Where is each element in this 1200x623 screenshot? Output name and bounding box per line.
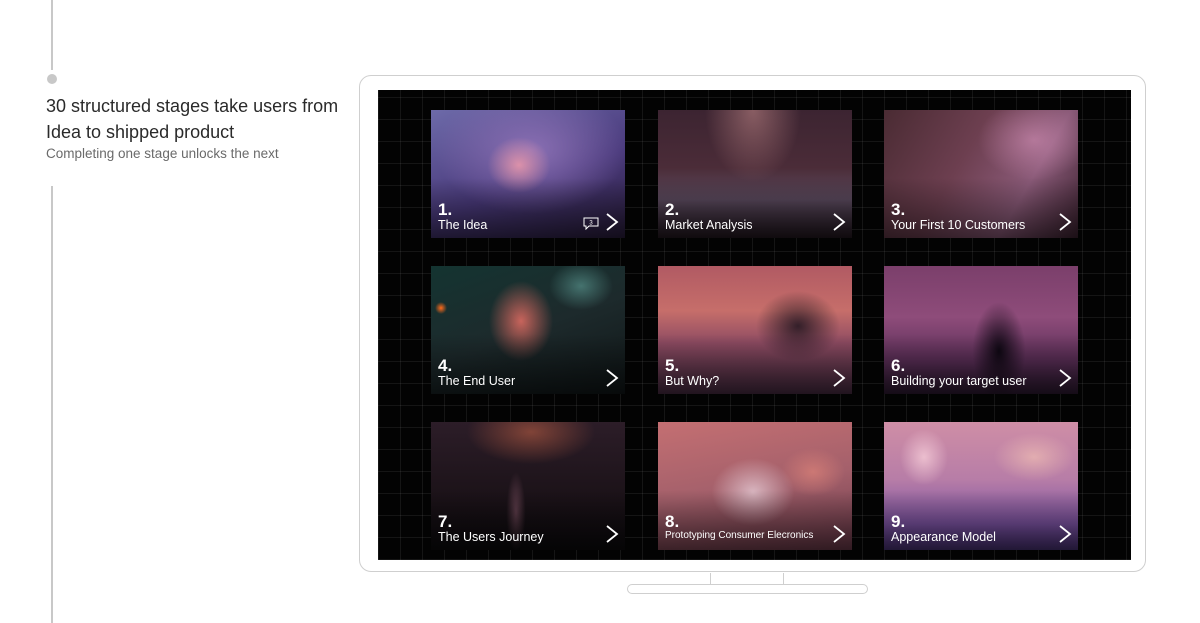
stage-card-9[interactable]: 9. Appearance Model xyxy=(884,422,1078,550)
monitor-stand xyxy=(627,584,868,594)
stage-number: 6. xyxy=(891,356,906,375)
stage-title: The Idea xyxy=(438,218,488,232)
chevron-right-icon[interactable] xyxy=(1058,525,1072,543)
chevron-right-icon[interactable] xyxy=(832,213,846,231)
chevron-right-icon[interactable] xyxy=(1058,213,1072,231)
comment-icon[interactable]: 3 xyxy=(583,217,599,230)
stage-card-7[interactable]: 7. The Users Journey xyxy=(431,422,625,550)
monitor-frame: 1. The Idea 3 2. Market Analysis 3. Your… xyxy=(359,75,1146,572)
timeline-dot xyxy=(47,74,57,84)
chevron-right-icon[interactable] xyxy=(832,369,846,387)
chevron-right-icon[interactable] xyxy=(605,525,619,543)
monitor-screen: 1. The Idea 3 2. Market Analysis 3. Your… xyxy=(378,90,1131,560)
stage-number: 2. xyxy=(665,200,680,219)
stage-card-3[interactable]: 3. Your First 10 Customers xyxy=(884,110,1078,238)
stage-number: 4. xyxy=(438,356,453,375)
stage-number: 1. xyxy=(438,200,453,219)
stage-title: Building your target user xyxy=(891,374,1027,388)
monitor-neck xyxy=(710,573,784,584)
stage-title: Market Analysis xyxy=(665,218,753,232)
stage-card-1[interactable]: 1. The Idea 3 xyxy=(431,110,625,238)
stage-number: 3. xyxy=(891,200,906,219)
stage-title: But Why? xyxy=(665,374,720,388)
chevron-right-icon[interactable] xyxy=(1058,369,1072,387)
timeline-line-bottom xyxy=(51,186,53,623)
timeline-line-top xyxy=(51,0,53,70)
chevron-right-icon[interactable] xyxy=(832,525,846,543)
stage-card-2[interactable]: 2. Market Analysis xyxy=(658,110,852,238)
stage-number: 7. xyxy=(438,512,453,531)
stage-card-4[interactable]: 4. The End User xyxy=(431,266,625,394)
section-subheading: Completing one stage unlocks the next xyxy=(46,146,279,161)
chevron-right-icon[interactable] xyxy=(605,213,619,231)
stage-title: Your First 10 Customers xyxy=(891,218,1026,232)
stage-card-8[interactable]: 8. Prototyping Consumer Elecronics xyxy=(658,422,852,550)
stage-card-5[interactable]: 5. But Why? xyxy=(658,266,852,394)
stage-number: 5. xyxy=(665,356,680,375)
section-heading: 30 structured stages take users from Ide… xyxy=(46,96,339,142)
stage-title: The End User xyxy=(438,374,516,388)
stage-title: Appearance Model xyxy=(891,530,996,544)
stage-card-6[interactable]: 6. Building your target user xyxy=(884,266,1078,394)
chevron-right-icon[interactable] xyxy=(605,369,619,387)
stage-title: The Users Journey xyxy=(438,530,544,544)
stage-title: Prototyping Consumer Elecronics xyxy=(665,530,814,541)
stage-number: 9. xyxy=(891,512,906,531)
